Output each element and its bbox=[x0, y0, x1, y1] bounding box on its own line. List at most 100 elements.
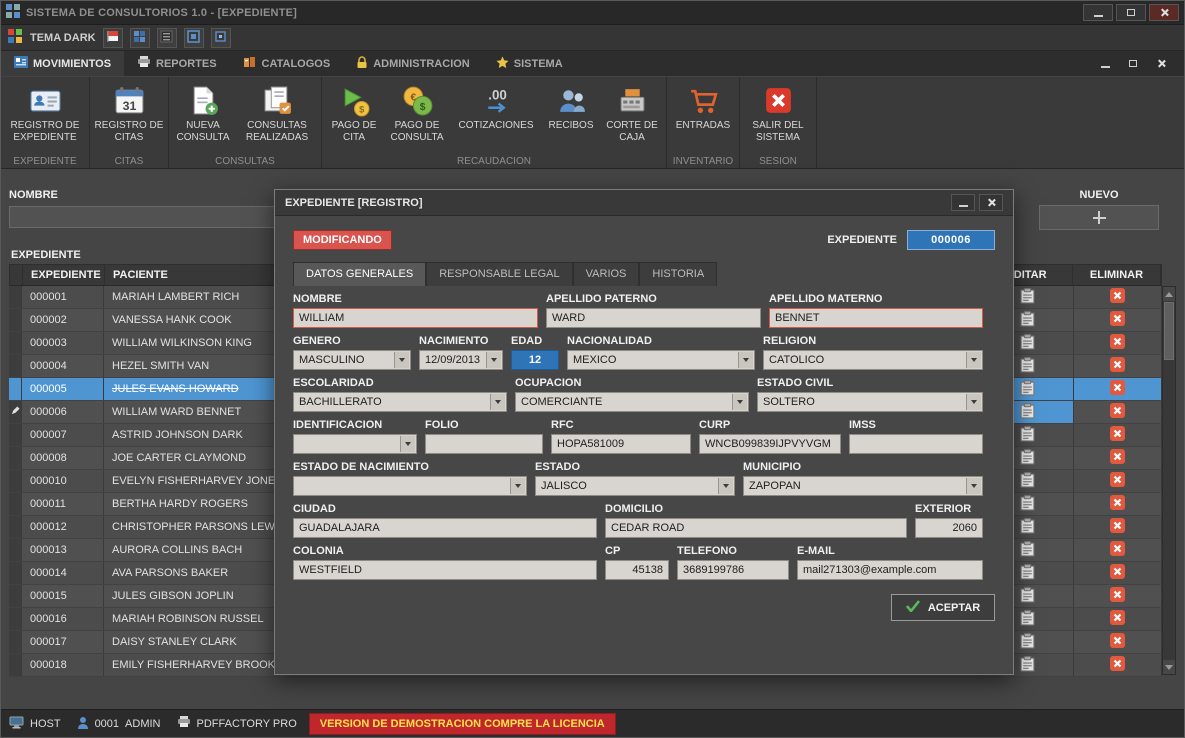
delete-icon[interactable] bbox=[1110, 656, 1125, 674]
theme-flag-button[interactable] bbox=[103, 28, 123, 48]
edit-icon[interactable] bbox=[1020, 472, 1035, 491]
delete-icon[interactable] bbox=[1110, 426, 1125, 444]
pago-de-consulta-button[interactable]: €$ PAGO DE CONSULTA bbox=[384, 80, 450, 154]
delete-icon[interactable] bbox=[1110, 288, 1125, 306]
delete-icon[interactable] bbox=[1110, 610, 1125, 628]
mdi-minimize-button[interactable] bbox=[1096, 55, 1114, 72]
edit-icon[interactable] bbox=[1020, 587, 1035, 606]
edit-icon[interactable] bbox=[1020, 495, 1035, 514]
apellido-paterno-field[interactable]: WARD bbox=[546, 308, 761, 328]
ciudad-field[interactable]: GUADALAJARA bbox=[293, 518, 597, 538]
delete-icon[interactable] bbox=[1110, 357, 1125, 375]
curp-field[interactable]: WNCB099839IJPVYVGM bbox=[699, 434, 841, 454]
telefono-field[interactable]: 3689199786 bbox=[677, 560, 789, 580]
genero-select[interactable]: MASCULINO bbox=[293, 350, 411, 370]
edit-icon[interactable] bbox=[1020, 426, 1035, 445]
escolaridad-select[interactable]: BACHILLERATO bbox=[293, 392, 507, 412]
nacionalidad-select[interactable]: MEXICO bbox=[567, 350, 755, 370]
identificacion-select[interactable] bbox=[293, 434, 417, 454]
mdi-restore-button[interactable] bbox=[1124, 55, 1142, 72]
apellido-materno-field[interactable]: BENNET bbox=[769, 308, 983, 328]
tab-administracion[interactable]: ADMINISTRACION bbox=[343, 51, 483, 76]
edit-icon[interactable] bbox=[1020, 518, 1035, 537]
header-expediente[interactable]: EXPEDIENTE bbox=[23, 265, 105, 285]
rfc-field[interactable]: HOPA581009 bbox=[551, 434, 691, 454]
scroll-down-button[interactable] bbox=[1163, 660, 1175, 674]
vertical-scrollbar[interactable] bbox=[1162, 286, 1176, 675]
cp-field[interactable]: 45138 bbox=[605, 560, 669, 580]
close-button[interactable] bbox=[1149, 4, 1179, 21]
delete-icon[interactable] bbox=[1110, 472, 1125, 490]
recibos-button[interactable]: RECIBOS bbox=[542, 80, 600, 154]
nueva-consulta-button[interactable]: NUEVA CONSULTA bbox=[171, 80, 235, 154]
ocupacion-select[interactable]: COMERCIANTE bbox=[515, 392, 749, 412]
domicilio-field[interactable]: CEDAR ROAD bbox=[605, 518, 907, 538]
imss-field[interactable] bbox=[849, 434, 983, 454]
salir-del-sistema-button[interactable]: SALIR DEL SISTEMA bbox=[742, 80, 814, 154]
header-eliminar[interactable]: ELIMINAR bbox=[1073, 265, 1161, 285]
folio-field[interactable] bbox=[425, 434, 543, 454]
theme-list-button[interactable] bbox=[157, 28, 177, 48]
maximize-button[interactable] bbox=[1116, 4, 1146, 21]
tab-historia[interactable]: HISTORIA bbox=[639, 262, 717, 286]
edit-icon[interactable] bbox=[1020, 403, 1035, 422]
tab-sistema[interactable]: SISTEMA bbox=[483, 51, 576, 76]
theme-blue-grid-button[interactable] bbox=[130, 28, 150, 48]
nombre-field[interactable]: WILLIAM bbox=[293, 308, 538, 328]
cotizaciones-button[interactable]: .00 COTIZACIONES bbox=[450, 80, 542, 154]
tab-responsable-legal[interactable]: RESPONSABLE LEGAL bbox=[426, 262, 572, 286]
new-expediente-button[interactable] bbox=[1039, 205, 1159, 230]
delete-icon[interactable] bbox=[1110, 311, 1125, 329]
edit-icon[interactable] bbox=[1020, 564, 1035, 583]
registro-citas-button[interactable]: 31 REGISTRO DE CITAS bbox=[92, 80, 166, 154]
delete-icon[interactable] bbox=[1110, 518, 1125, 536]
municipio-select[interactable]: ZAPOPAN bbox=[743, 476, 983, 496]
delete-icon[interactable] bbox=[1110, 403, 1125, 421]
tab-datos-generales[interactable]: DATOS GENERALES bbox=[293, 262, 426, 286]
theme-frame-small-button[interactable] bbox=[211, 28, 231, 48]
edit-icon[interactable] bbox=[1020, 656, 1035, 675]
edit-icon[interactable] bbox=[1020, 449, 1035, 468]
estado-civil-select[interactable]: SOLTERO bbox=[757, 392, 983, 412]
scrollbar-thumb[interactable] bbox=[1164, 302, 1174, 360]
edit-icon[interactable] bbox=[1020, 541, 1035, 560]
edit-icon[interactable] bbox=[1020, 610, 1035, 629]
delete-icon[interactable] bbox=[1110, 449, 1125, 467]
dialog-minimize-button[interactable] bbox=[951, 194, 975, 211]
minimize-button[interactable] bbox=[1083, 4, 1113, 21]
nacimiento-date-select[interactable]: 12/09/2013 bbox=[419, 350, 503, 370]
delete-icon[interactable] bbox=[1110, 380, 1125, 398]
corte-de-caja-button[interactable]: CORTE DE CAJA bbox=[600, 80, 664, 154]
tab-catalogos[interactable]: CATALOGOS bbox=[230, 51, 344, 76]
delete-icon[interactable] bbox=[1110, 587, 1125, 605]
edit-icon[interactable] bbox=[1020, 633, 1035, 652]
edit-icon[interactable] bbox=[1020, 311, 1035, 330]
delete-icon[interactable] bbox=[1110, 633, 1125, 651]
edit-icon[interactable] bbox=[1020, 357, 1035, 376]
tab-reportes[interactable]: REPORTES bbox=[124, 51, 230, 76]
delete-icon[interactable] bbox=[1110, 564, 1125, 582]
mdi-close-button[interactable] bbox=[1152, 55, 1170, 72]
edit-icon[interactable] bbox=[1020, 334, 1035, 353]
delete-icon[interactable] bbox=[1110, 541, 1125, 559]
email-field[interactable]: mail271303@example.com bbox=[797, 560, 983, 580]
colonia-field[interactable]: WESTFIELD bbox=[293, 560, 597, 580]
consultas-realizadas-button[interactable]: CONSULTAS REALIZADAS bbox=[235, 80, 319, 154]
search-input[interactable] bbox=[9, 206, 285, 228]
dialog-close-button[interactable] bbox=[979, 194, 1003, 211]
tab-movimientos[interactable]: MOVIMIENTOS bbox=[1, 51, 124, 76]
pago-de-cita-button[interactable]: $ PAGO DE CITA bbox=[324, 80, 384, 154]
estado-nacimiento-select[interactable] bbox=[293, 476, 527, 496]
theme-frame-button[interactable] bbox=[184, 28, 204, 48]
accept-button[interactable]: ACEPTAR bbox=[891, 594, 995, 621]
delete-icon[interactable] bbox=[1110, 495, 1125, 513]
delete-icon[interactable] bbox=[1110, 334, 1125, 352]
estado-select[interactable]: JALISCO bbox=[535, 476, 735, 496]
registro-expediente-button[interactable]: REGISTRO DE EXPEDIENTE bbox=[3, 80, 87, 154]
entradas-button[interactable]: ENTRADAS bbox=[669, 80, 737, 154]
scroll-up-button[interactable] bbox=[1163, 287, 1175, 301]
religion-select[interactable]: CATOLICO bbox=[763, 350, 983, 370]
edit-icon[interactable] bbox=[1020, 380, 1035, 399]
exterior-field[interactable]: 2060 bbox=[915, 518, 983, 538]
tab-varios[interactable]: VARIOS bbox=[573, 262, 640, 286]
